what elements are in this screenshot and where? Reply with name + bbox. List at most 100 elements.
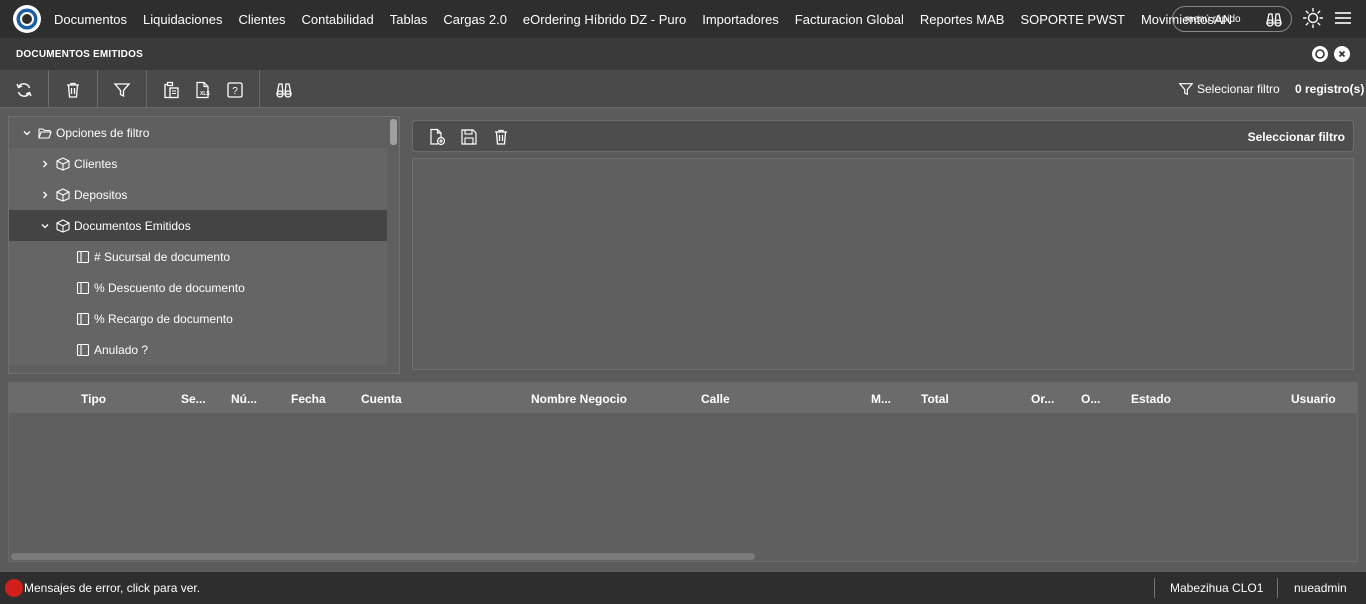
status-bar: Mensajes de error, click para ver. Mabez… xyxy=(0,572,1366,604)
select-filter-button[interactable]: Seleccionar filtro xyxy=(1248,130,1345,144)
cube-icon xyxy=(56,187,70,202)
folder-open-icon xyxy=(38,127,52,139)
field-column-icon xyxy=(76,250,90,263)
branch-label[interactable]: Mabezihua CLO1 xyxy=(1170,581,1263,595)
quick-menu-button[interactable]: menú rápido xyxy=(1172,6,1292,32)
help-icon[interactable]: ? xyxy=(226,81,244,99)
cube-icon xyxy=(56,156,70,171)
toolbar-separator xyxy=(259,70,260,108)
chevron-right-icon xyxy=(43,191,48,198)
column-header-or[interactable]: Or... xyxy=(1031,392,1054,406)
menu-importadores[interactable]: Importadores xyxy=(702,12,779,27)
error-indicator-icon[interactable] xyxy=(5,579,23,597)
menu-eordering[interactable]: eOrdering Híbrido DZ - Puro xyxy=(523,12,686,27)
restore-icon xyxy=(1315,49,1325,59)
column-header-o[interactable]: O... xyxy=(1081,392,1100,406)
user-label[interactable]: nueadmin xyxy=(1294,581,1347,595)
app-logo-icon[interactable] xyxy=(12,4,42,34)
trash-icon[interactable] xyxy=(64,81,82,99)
column-header-cuenta[interactable]: Cuenta xyxy=(361,392,402,406)
error-messages-link[interactable]: Mensajes de error, click para ver. xyxy=(24,581,200,595)
menu-documentos[interactable]: Documentos xyxy=(54,12,127,27)
close-icon xyxy=(1338,50,1346,58)
tree-field-recargo[interactable]: % Recargo de documento xyxy=(9,303,387,334)
quick-menu-label: menú rápido xyxy=(1185,13,1241,25)
window-titlebar: DOCUMENTOS EMITIDOS xyxy=(0,38,1366,70)
toolbar-separator xyxy=(97,70,98,108)
column-header-usuario[interactable]: Usuario xyxy=(1291,392,1336,406)
menu-tablas[interactable]: Tablas xyxy=(390,12,428,27)
select-filter-label: Selecionar filtro xyxy=(1197,82,1280,96)
column-header-nombre-negocio[interactable]: Nombre Negocio xyxy=(531,392,627,406)
tree-field-anulado[interactable]: Anulado ? xyxy=(9,334,387,365)
tree-field-label: % Recargo de documento xyxy=(94,311,233,326)
save-icon[interactable] xyxy=(460,128,478,146)
filter-options-tree: Opciones de filtro Clientes Depositos Do… xyxy=(8,116,400,374)
field-column-icon xyxy=(76,312,90,325)
menu-soporte-pwst[interactable]: SOPORTE PWST xyxy=(1020,12,1125,27)
tree-root[interactable]: Opciones de filtro xyxy=(9,117,387,148)
refresh-icon[interactable] xyxy=(15,81,33,99)
menu-liquidaciones[interactable]: Liquidaciones xyxy=(143,12,223,27)
column-header-estado[interactable]: Estado xyxy=(1131,392,1171,406)
grid-header: Tipo Se... Nú... Fecha Cuenta Nombre Neg… xyxy=(9,383,1357,413)
tree-field-descuento[interactable]: % Descuento de documento xyxy=(9,272,387,303)
menu-clientes[interactable]: Clientes xyxy=(239,12,286,27)
grid-horizontal-scrollbar[interactable] xyxy=(11,553,755,560)
field-column-icon xyxy=(76,343,90,356)
tree-scrollbar[interactable] xyxy=(390,119,397,145)
tree-field-label: % Descuento de documento xyxy=(94,280,245,295)
cube-icon xyxy=(56,218,70,233)
chevron-down-icon xyxy=(23,130,31,135)
export-xls-icon[interactable]: XLS xyxy=(194,81,212,99)
column-header-calle[interactable]: Calle xyxy=(701,392,730,406)
main-menu: Documentos Liquidaciones Clientes Contab… xyxy=(54,12,1248,27)
column-header-m[interactable]: M... xyxy=(871,392,891,406)
filter-icon[interactable] xyxy=(113,81,131,99)
binoculars-icon[interactable] xyxy=(275,81,293,99)
tree-item-documentos-emitidos[interactable]: Documentos Emitidos xyxy=(9,210,387,241)
top-navbar: Documentos Liquidaciones Clientes Contab… xyxy=(0,0,1366,38)
footer-separator xyxy=(1154,578,1155,598)
new-file-icon[interactable] xyxy=(428,128,446,146)
hamburger-menu-icon[interactable] xyxy=(1334,10,1352,26)
binoculars-icon xyxy=(1266,13,1282,27)
toolbar-separator xyxy=(146,70,147,108)
menu-facturacion-global[interactable]: Facturacion Global xyxy=(795,12,904,27)
menu-reportes-mab[interactable]: Reportes MAB xyxy=(920,12,1005,27)
chevron-down-icon xyxy=(41,223,49,228)
chevron-right-icon xyxy=(43,160,48,167)
tree-item-label: Depositos xyxy=(74,187,128,202)
page-title: DOCUMENTOS EMITIDOS xyxy=(16,49,143,60)
svg-text:XLS: XLS xyxy=(200,91,210,97)
results-grid: Tipo Se... Nú... Fecha Cuenta Nombre Neg… xyxy=(8,382,1358,562)
tree-root-label: Opciones de filtro xyxy=(56,125,150,140)
filter-panel-toolbar: Seleccionar filtro xyxy=(412,120,1354,152)
close-window-button[interactable] xyxy=(1334,46,1350,62)
column-header-total[interactable]: Total xyxy=(921,392,949,406)
tree-item-clientes[interactable]: Clientes xyxy=(9,148,387,179)
column-header-fecha[interactable]: Fecha xyxy=(291,392,326,406)
tree-item-depositos[interactable]: Depositos xyxy=(9,179,387,210)
filter-icon xyxy=(1178,83,1194,96)
toolbar-separator xyxy=(48,70,49,108)
menu-contabilidad[interactable]: Contabilidad xyxy=(301,12,373,27)
filter-panel-body xyxy=(412,158,1354,370)
clipboard-icon[interactable] xyxy=(162,81,180,99)
column-header-numero[interactable]: Nú... xyxy=(231,392,257,406)
theme-sun-icon[interactable] xyxy=(1303,8,1323,28)
tree-field-sucursal[interactable]: # Sucursal de documento xyxy=(9,241,387,272)
tree-item-label: Clientes xyxy=(74,156,118,171)
trash-icon[interactable] xyxy=(492,128,510,146)
tree-field-label: # Sucursal de documento xyxy=(94,249,231,264)
field-column-icon xyxy=(76,281,90,294)
select-filter-button[interactable]: Selecionar filtro xyxy=(1178,81,1280,97)
column-header-serie[interactable]: Se... xyxy=(181,392,206,406)
svg-text:?: ? xyxy=(232,86,238,97)
column-header-tipo[interactable]: Tipo xyxy=(81,392,106,406)
main-toolbar: XLS ? Selecionar filtro 0 registro(s) xyxy=(0,70,1366,108)
restore-window-button[interactable] xyxy=(1312,46,1328,62)
records-count: 0 registro(s) xyxy=(1295,82,1365,96)
menu-cargas[interactable]: Cargas 2.0 xyxy=(443,12,507,27)
tree-item-label: Documentos Emitidos xyxy=(74,218,191,233)
